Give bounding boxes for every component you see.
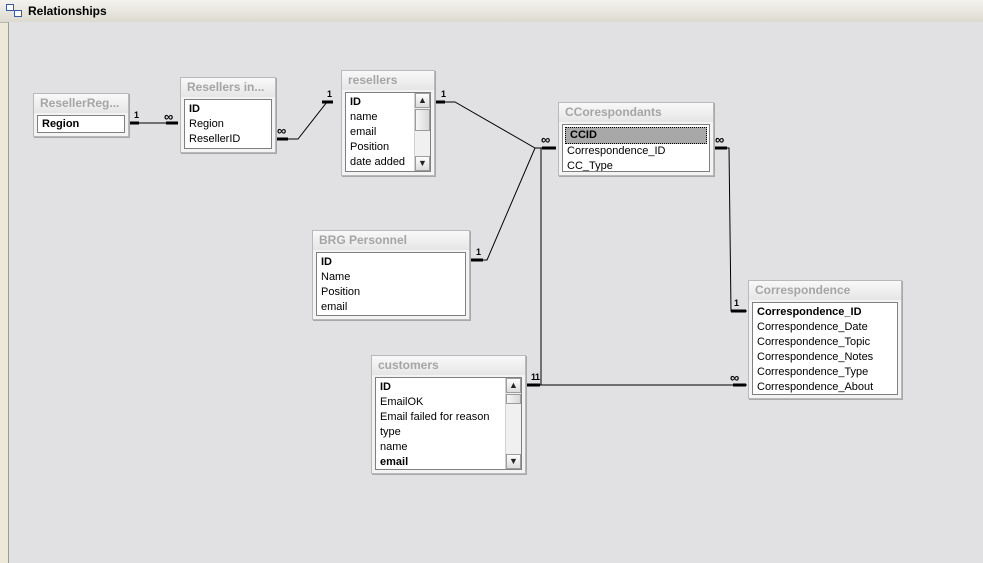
cardinality-many: ∞ bbox=[277, 123, 286, 138]
field-list[interactable]: CCID Correspondence_ID CC_Type bbox=[562, 124, 710, 172]
window-titlebar: Relationships bbox=[0, 0, 983, 23]
table-resellers[interactable]: resellers ID name email Position date ad… bbox=[341, 70, 435, 176]
field-list[interactable]: ID Name Position email bbox=[316, 252, 466, 316]
field-item[interactable]: Region bbox=[38, 117, 124, 132]
field-item[interactable]: Region bbox=[185, 117, 271, 132]
table-customers[interactable]: customers ID EmailOK Email failed for re… bbox=[371, 355, 526, 474]
table-title[interactable]: BRG Personnel bbox=[313, 231, 469, 250]
link-brg-cc bbox=[470, 147, 542, 261]
field-item[interactable]: ResellerID bbox=[185, 132, 271, 147]
table-title[interactable]: ResellerReg... bbox=[34, 94, 128, 113]
link-cc-correspondence bbox=[714, 147, 747, 312]
table-title[interactable]: CCorespondants bbox=[559, 103, 713, 122]
field-item[interactable]: Correspondence_Topic bbox=[753, 335, 897, 350]
table-reseller-regions[interactable]: ResellerReg... Region bbox=[33, 93, 129, 137]
field-item[interactable]: Email failed for reason bbox=[376, 410, 521, 425]
cardinality-one: 1 bbox=[327, 89, 333, 99]
vertical-scrollbar[interactable]: ▲ ▼ bbox=[414, 93, 430, 171]
field-list[interactable]: Region bbox=[37, 115, 125, 133]
field-list[interactable]: ID name email Position date added ▲ ▼ bbox=[345, 92, 431, 172]
table-title[interactable]: Correspondence bbox=[749, 281, 901, 300]
field-item[interactable]: EmailOK bbox=[376, 395, 521, 410]
field-item[interactable]: Correspondence_Date bbox=[753, 320, 897, 335]
table-resellers-in[interactable]: Resellers in... ID Region ResellerID bbox=[180, 77, 276, 153]
cardinality-one: 1 bbox=[476, 247, 482, 257]
scroll-down-icon[interactable]: ▼ bbox=[506, 454, 521, 469]
scroll-down-icon[interactable]: ▼ bbox=[415, 156, 430, 171]
field-item[interactable]: ID bbox=[317, 255, 465, 270]
scroll-thumb[interactable] bbox=[506, 394, 521, 404]
field-item-selected[interactable]: CCID bbox=[565, 127, 707, 144]
field-item[interactable]: ID bbox=[376, 380, 521, 395]
scroll-thumb[interactable] bbox=[415, 109, 430, 131]
cardinality-many: ∞ bbox=[541, 132, 550, 147]
window-title: Relationships bbox=[28, 4, 107, 18]
scroll-up-icon[interactable]: ▲ bbox=[415, 93, 430, 108]
table-title[interactable]: Resellers in... bbox=[181, 78, 275, 97]
field-item[interactable]: Correspondence_ID bbox=[563, 144, 709, 159]
field-item[interactable]: email bbox=[376, 455, 521, 469]
field-list[interactable]: ID EmailOK Email failed for reason type … bbox=[375, 377, 522, 470]
field-item[interactable]: Correspondence_Type bbox=[753, 365, 897, 380]
table-title[interactable]: customers bbox=[372, 356, 525, 375]
scroll-up-icon[interactable]: ▲ bbox=[506, 378, 521, 393]
vertical-scrollbar[interactable]: ▲ ▼ bbox=[505, 378, 521, 469]
relationships-icon bbox=[6, 4, 22, 18]
link-resellers-cc bbox=[433, 101, 542, 149]
cardinality-many: ∞ bbox=[730, 370, 739, 385]
cardinality-many: ∞ bbox=[164, 109, 173, 124]
table-ccorespondants[interactable]: CCorespondants CCID Correspondence_ID CC… bbox=[558, 102, 714, 176]
field-item[interactable]: CC_Type bbox=[563, 159, 709, 171]
field-item[interactable]: Correspondence_ID bbox=[753, 305, 897, 320]
cardinality-many: ∞ bbox=[715, 132, 724, 147]
field-item[interactable]: name bbox=[376, 440, 521, 455]
cardinality-one: 1 bbox=[441, 89, 447, 99]
field-item[interactable]: type bbox=[376, 425, 521, 440]
table-brg-personnel[interactable]: BRG Personnel ID Name Position email bbox=[312, 230, 470, 320]
field-item[interactable]: Name bbox=[317, 270, 465, 285]
field-item[interactable]: Correspondence_Notes bbox=[753, 350, 897, 365]
field-list[interactable]: ID Region ResellerID bbox=[184, 99, 272, 149]
relationships-canvas[interactable]: 1 ∞ ∞ 1 1 ∞ 1 1 1 ∞ 1 ∞ ResellerReg... R… bbox=[8, 22, 983, 563]
cardinality-one: 1 bbox=[134, 110, 140, 120]
cardinality-one: 1 bbox=[734, 298, 740, 308]
cardinality-one: 1 bbox=[535, 372, 541, 382]
link-customers-cc bbox=[527, 148, 542, 386]
table-title[interactable]: resellers bbox=[342, 71, 434, 90]
field-item[interactable]: ID bbox=[185, 102, 271, 117]
table-correspondence[interactable]: Correspondence Correspondence_ID Corresp… bbox=[748, 280, 902, 399]
field-item[interactable]: email bbox=[317, 300, 465, 315]
field-item[interactable]: Position bbox=[317, 285, 465, 300]
field-item[interactable]: Correspondence_About bbox=[753, 380, 897, 394]
field-list[interactable]: Correspondence_ID Correspondence_Date Co… bbox=[752, 302, 898, 395]
